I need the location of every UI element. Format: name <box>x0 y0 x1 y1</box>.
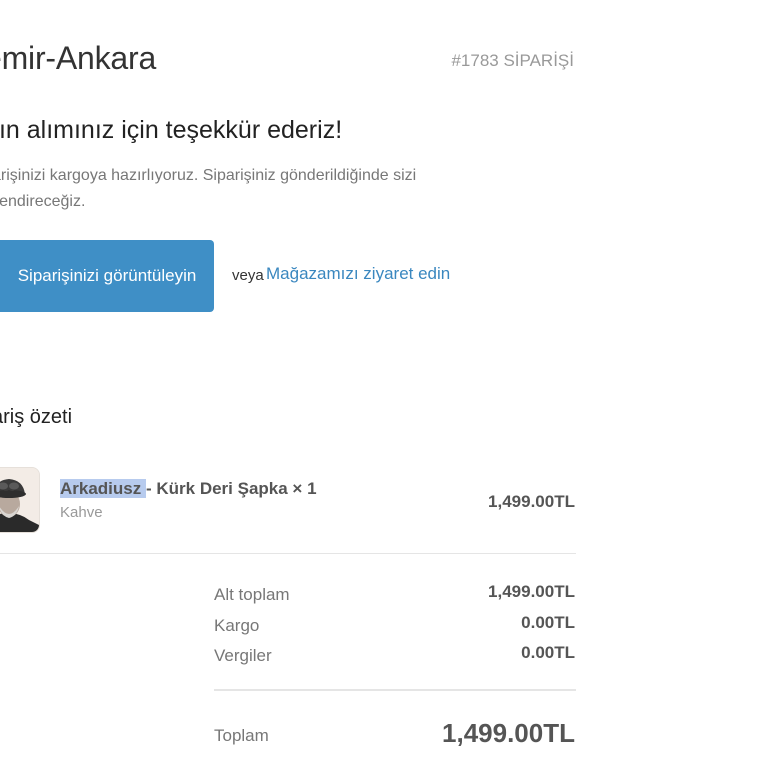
shop-name[interactable]: emir-Ankara <box>0 40 156 77</box>
total-label: Toplam <box>214 726 269 745</box>
product-photo-icon <box>0 468 39 532</box>
shipping-label: Kargo <box>214 616 260 635</box>
order-confirmation-page: emir-Ankara #1783 SİPARİŞİ tın alımınız … <box>0 0 768 768</box>
thanks-message: arişinizi kargoya hazırlıyoruz. Siparişi… <box>0 167 417 210</box>
subtotal-value: 1,499.00TL <box>488 582 575 601</box>
total-value: 1,499.00TL <box>442 718 575 748</box>
subtotal-label: Alt toplam <box>214 585 290 604</box>
product-title: Arkadiusz - Kürk Deri Şapka × 1 <box>60 479 317 499</box>
product-variant: Kahve <box>60 504 103 521</box>
shipping-value: 0.00TL <box>521 613 575 632</box>
product-title-rest: - Kürk Deri Şapka × 1 <box>145 479 317 498</box>
product-price: 1,499.00TL <box>488 492 575 511</box>
view-order-button[interactable]: Siparişinizi görüntüleyin <box>0 240 214 312</box>
taxes-label: Vergiler <box>214 646 272 665</box>
taxes-value: 0.00TL <box>521 643 575 662</box>
view-order-button-label: Siparişinizi görüntüleyin <box>17 266 197 285</box>
product-title-highlight: Arkadiusz <box>60 479 146 498</box>
product-image <box>0 467 40 533</box>
visit-store-link[interactable]: Mağazamızı ziyaret edin <box>266 264 450 284</box>
totals-divider <box>214 689 576 691</box>
order-number: #1783 SİPARİŞİ <box>451 51 574 70</box>
divider <box>0 553 576 554</box>
order-summary-heading: ariş özeti <box>0 406 73 428</box>
thanks-heading: tın alımınız için teşekkür ederiz! <box>0 116 343 144</box>
or-text: veya <box>232 267 264 284</box>
